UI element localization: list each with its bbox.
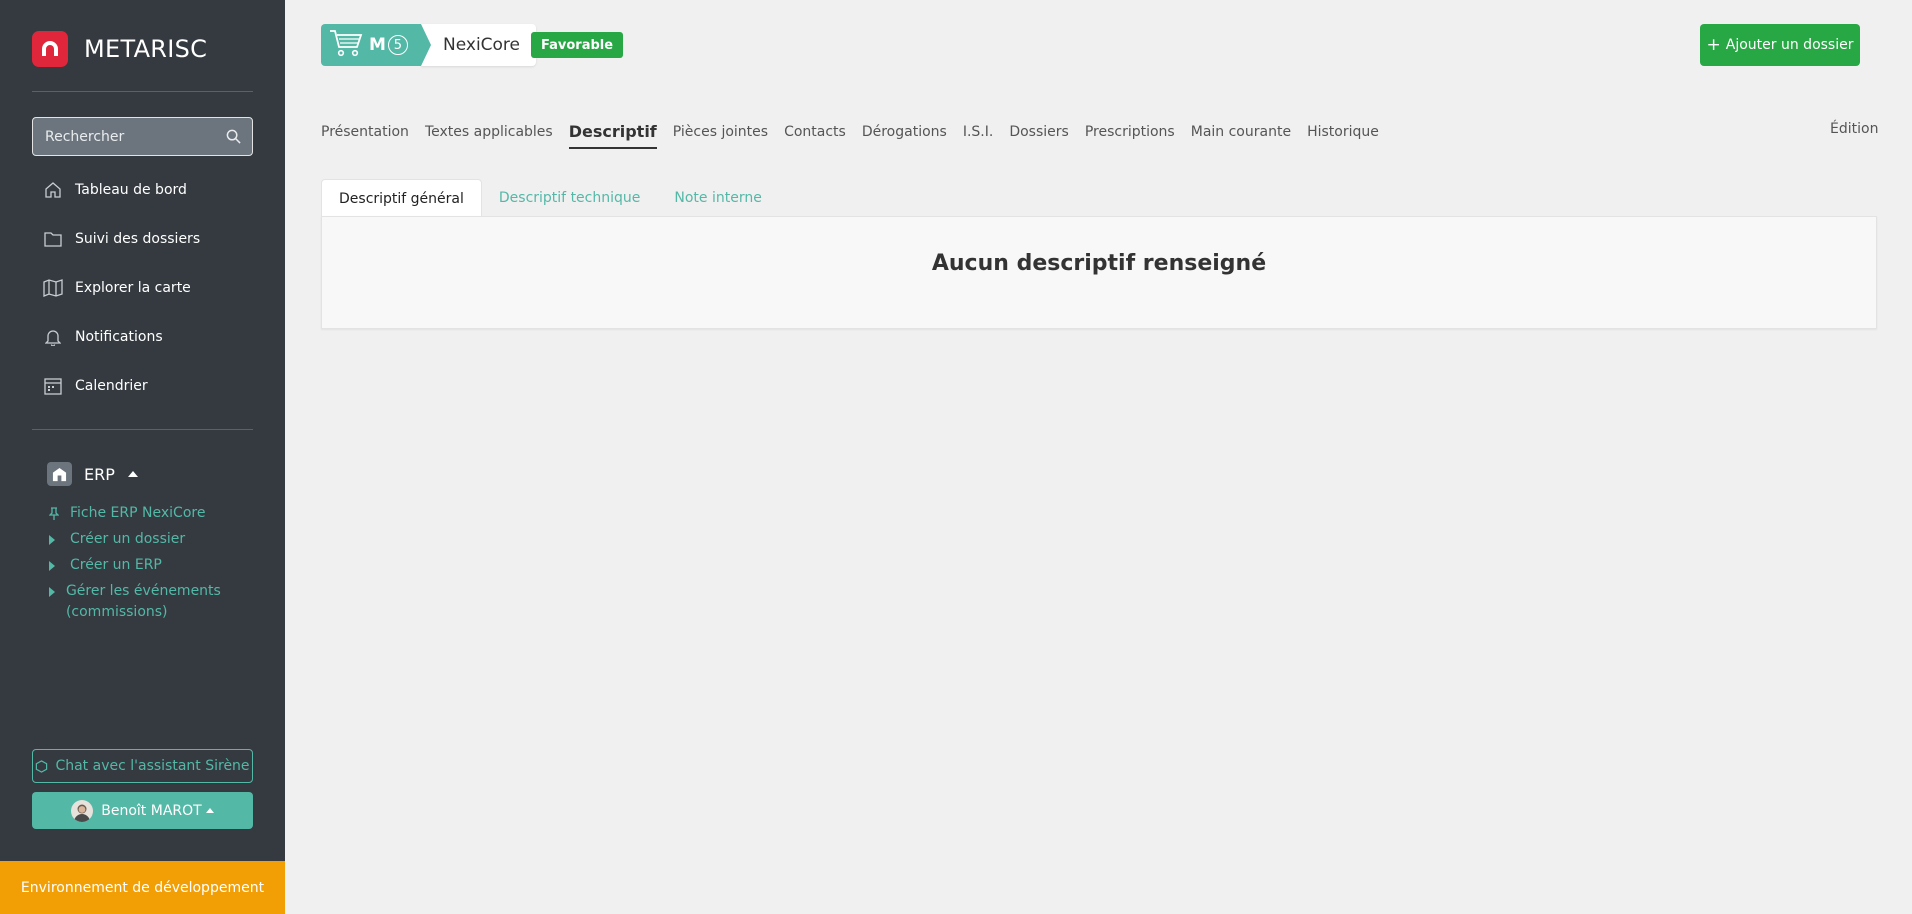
nav-item-label: Explorer la carte	[75, 280, 191, 296]
erp-link-creer-dossier[interactable]: Créer un dossier	[49, 529, 185, 550]
metarisc-logo-icon	[32, 31, 68, 67]
nav-item-explorer-la-carte[interactable]: Explorer la carte	[42, 271, 191, 305]
map-icon	[42, 279, 64, 297]
category-type: M	[369, 35, 386, 55]
tab-derogations[interactable]: Dérogations	[862, 119, 947, 149]
empty-state-message: Aucun descriptif renseigné	[931, 251, 1267, 276]
establishment-name: NexiCore	[421, 24, 537, 66]
erp-link-label: Créer un ERP	[70, 557, 162, 573]
erp-link-fiche[interactable]: Fiche ERP NexiCore	[49, 503, 205, 524]
erp-link-gerer-evenements[interactable]: Gérer les événements (commissions)	[49, 581, 239, 623]
nav-item-calendrier[interactable]: Calendrier	[42, 369, 148, 403]
erp-section-toggle[interactable]: ERP	[47, 462, 138, 486]
nav-item-label: Calendrier	[75, 378, 148, 394]
tab-presentation[interactable]: Présentation	[321, 119, 409, 149]
chat-assistant-label: Chat avec l'assistant Sirène	[55, 758, 250, 774]
erp-link-label: Gérer les événements (commissions)	[65, 583, 221, 620]
sidebar-divider	[32, 91, 253, 92]
search-icon[interactable]	[226, 129, 241, 148]
brand-name: METARISC	[84, 35, 208, 63]
tab-main-courante[interactable]: Main courante	[1191, 119, 1291, 149]
subtab-descriptif-technique[interactable]: Descriptif technique	[482, 179, 657, 217]
bell-icon	[42, 328, 64, 346]
tab-textes-applicables[interactable]: Textes applicables	[425, 119, 553, 149]
edition-link[interactable]: Édition	[1830, 121, 1878, 137]
tab-historique[interactable]: Historique	[1307, 119, 1379, 149]
shopping-cart-icon	[329, 28, 363, 62]
hexagon-icon	[35, 759, 48, 773]
brand[interactable]: METARISC	[32, 31, 207, 67]
caret-right-icon	[49, 581, 57, 602]
establishment-badge: M 5 NexiCore	[321, 24, 537, 66]
user-menu-button[interactable]: Benoît MAROT	[32, 792, 253, 829]
descriptif-panel: Aucun descriptif renseigné	[321, 216, 1877, 329]
erp-section-label: ERP	[84, 464, 115, 484]
add-dossier-label: Ajouter un dossier	[1725, 37, 1854, 53]
nav-item-label: Tableau de bord	[75, 182, 187, 198]
erp-link-label: Créer un dossier	[70, 531, 186, 547]
building-icon	[47, 462, 72, 486]
nav-item-label: Notifications	[75, 329, 163, 345]
subtab-descriptif-general[interactable]: Descriptif général	[321, 179, 482, 217]
nav-item-notifications[interactable]: Notifications	[42, 320, 163, 354]
user-name: Benoît MAROT	[101, 802, 202, 819]
tab-isi[interactable]: I.S.I.	[963, 119, 994, 149]
avatar	[71, 799, 94, 822]
search-box	[32, 117, 253, 156]
chat-assistant-button[interactable]: Chat avec l'assistant Sirène	[32, 749, 253, 783]
calendar-icon	[42, 377, 64, 395]
tab-pieces-jointes[interactable]: Pièces jointes	[673, 119, 768, 149]
caret-right-icon	[49, 555, 61, 576]
erp-link-label: Fiche ERP NexiCore	[70, 505, 206, 521]
category-number: 5	[387, 35, 408, 55]
pin-icon	[49, 503, 61, 524]
caret-up-icon	[127, 471, 138, 477]
tab-prescriptions[interactable]: Prescriptions	[1085, 119, 1175, 149]
category-badge: M 5	[321, 24, 431, 66]
caret-up-icon	[205, 808, 214, 813]
nav-item-tableau-de-bord[interactable]: Tableau de bord	[42, 173, 187, 207]
sidebar-divider	[32, 429, 253, 430]
status-badge: Favorable	[531, 32, 624, 58]
sidebar: METARISC Tableau de bord Suivi des dossi…	[0, 0, 285, 914]
caret-right-icon	[49, 529, 61, 550]
search-input[interactable]	[33, 118, 252, 155]
erp-link-creer-erp[interactable]: Créer un ERP	[49, 555, 162, 576]
add-dossier-button[interactable]: + Ajouter un dossier	[1700, 24, 1860, 66]
environment-label: Environnement de développement	[20, 879, 265, 896]
tab-descriptif[interactable]: Descriptif	[568, 119, 657, 149]
subtab-bar: Descriptif général Descriptif technique …	[321, 179, 779, 217]
tab-bar: Présentation Textes applicables Descript…	[321, 119, 1395, 149]
tab-contacts[interactable]: Contacts	[784, 119, 846, 149]
environment-banner: Environnement de développement	[0, 861, 285, 914]
nav-item-suivi-des-dossiers[interactable]: Suivi des dossiers	[42, 222, 200, 256]
subtab-note-interne[interactable]: Note interne	[657, 179, 778, 217]
nav-item-label: Suivi des dossiers	[75, 231, 201, 247]
home-icon	[42, 181, 64, 199]
folder-icon	[42, 231, 64, 247]
plus-icon: +	[1706, 35, 1721, 55]
tab-dossiers[interactable]: Dossiers	[1009, 119, 1069, 149]
